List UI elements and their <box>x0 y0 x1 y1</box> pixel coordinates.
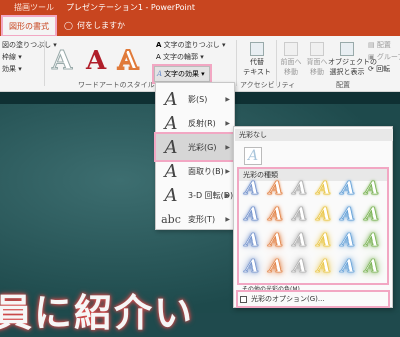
glow-variation-option[interactable]: A <box>314 255 334 277</box>
glow-variation-option[interactable]: A <box>314 203 334 225</box>
transform-icon: abc <box>161 212 181 226</box>
divider <box>236 40 237 86</box>
menu-item-label: 面取り(B) <box>188 166 224 176</box>
menu-item-label: 反射(R) <box>188 118 216 128</box>
text-effects-button[interactable]: A 文字の効果 ▾ <box>152 64 212 84</box>
wordart-style-orange-outline-icon[interactable]: A <box>117 45 139 77</box>
menu-item-label: 変形(T) <box>188 214 216 224</box>
glow-variation-option[interactable]: A <box>266 229 286 251</box>
chevron-right-icon: ▶ <box>225 167 230 175</box>
send-backward-button[interactable]: 背面へ 移動 <box>304 42 330 77</box>
chevron-right-icon: ▶ <box>225 95 230 103</box>
tell-me-box[interactable]: ◯ 何をしますか <box>64 20 125 31</box>
text-fill-button[interactable]: A 文字の塗りつぶし ▾ <box>156 40 225 50</box>
glow-variation-option[interactable]: A <box>338 203 358 225</box>
glow-variation-option[interactable]: A <box>362 177 382 199</box>
wordart-style-red-icon[interactable]: A <box>86 46 106 76</box>
glow-variation-option[interactable]: A <box>338 177 358 199</box>
glow-variation-option[interactable]: A <box>242 177 262 199</box>
shape-effects-button[interactable]: 効果 ▾ <box>2 64 22 74</box>
bring-forward-icon <box>284 42 298 56</box>
glow-submenu: 光彩なし A 光彩の種類 AAAAAAAAAAAAAAAAAAAAAAAA その… <box>233 126 393 308</box>
glow-variation-option[interactable]: A <box>266 203 286 225</box>
send-backward-icon <box>310 42 324 56</box>
alt-text-icon <box>250 42 264 56</box>
glow-variation-option[interactable]: A <box>290 203 310 225</box>
tab-shape-format[interactable]: 図形の書式 <box>1 15 57 37</box>
glow-variation-option[interactable]: A <box>338 229 358 251</box>
glow-variation-option[interactable]: A <box>362 255 382 277</box>
arrange-group-label: 配置 <box>336 81 350 89</box>
lightbulb-icon: ◯ <box>64 21 73 30</box>
highlight-frame <box>1 15 57 37</box>
glow-variation-option[interactable]: A <box>290 177 310 199</box>
glow-variations-grid: AAAAAAAAAAAAAAAAAAAAAAAA <box>240 177 388 281</box>
reflection-icon: A <box>164 112 178 134</box>
tell-me-label: 何をしますか <box>76 21 125 30</box>
shape-outline-button[interactable]: 枠線 ▾ <box>2 52 22 62</box>
align-button[interactable]: ▤ 配置 <box>368 40 391 50</box>
text-outline-button[interactable]: A 文字の輪郭 ▾ <box>156 52 204 62</box>
no-glow-option[interactable]: A <box>244 147 262 165</box>
glow-variation-option[interactable]: A <box>242 203 262 225</box>
glow-variation-option[interactable]: A <box>362 203 382 225</box>
glow-variation-option[interactable]: A <box>290 255 310 277</box>
selection-pane-icon <box>340 42 354 56</box>
glow-variation-option[interactable]: A <box>266 255 286 277</box>
shape-fill-button[interactable]: 図の塗りつぶし ▾ <box>2 40 57 50</box>
window-title: プレゼンテーション1 - PowerPoint <box>66 3 195 12</box>
text-effects-menu: A 影(S) ▶ A 反射(R) ▶ A 光彩(G) ▶ A 面取り(B) ▶ … <box>154 82 236 233</box>
glow-variation-option[interactable]: A <box>242 255 262 277</box>
ribbon-tab-row: 図形の書式 ◯ 何をしますか <box>0 14 400 37</box>
shadow-icon: A <box>164 88 178 110</box>
accessibility-group-label: アクセシビリティ <box>240 81 296 89</box>
slide-text[interactable]: 員に紹介い <box>0 282 194 337</box>
menu-item-label: 影(S) <box>188 94 208 104</box>
bevel-icon: A <box>164 160 178 182</box>
glow-variation-option[interactable]: A <box>362 229 382 251</box>
glow-variation-option[interactable]: A <box>242 229 262 251</box>
highlight-frame <box>152 64 212 84</box>
chevron-right-icon: ▶ <box>225 215 230 223</box>
glow-variation-option[interactable]: A <box>314 177 334 199</box>
glow-variation-option[interactable]: A <box>314 229 334 251</box>
drawing-tools-label: 描画ツール <box>14 3 54 12</box>
menu-item-transform[interactable]: abc 変形(T) ▶ <box>156 205 234 233</box>
alt-text-button[interactable]: 代替 テキスト <box>242 42 272 77</box>
3d-rotation-icon: A <box>164 184 178 206</box>
title-bar: 描画ツール プレゼンテーション1 - PowerPoint <box>0 0 400 14</box>
glow-variation-option[interactable]: A <box>338 255 358 277</box>
glow-variation-option[interactable]: A <box>266 177 286 199</box>
glow-options-item[interactable]: 光彩のオプション(G)... <box>236 290 390 308</box>
divider <box>44 40 45 86</box>
chevron-right-icon: ▶ <box>225 143 230 151</box>
rotate-button[interactable]: ⟳ 回転 <box>368 64 390 74</box>
no-glow-header: 光彩なし <box>235 129 393 141</box>
glow-variation-option[interactable]: A <box>290 229 310 251</box>
bring-forward-button[interactable]: 前面へ 移動 <box>278 42 304 77</box>
group-button[interactable]: ▣ グループ化 <box>368 52 400 62</box>
chevron-right-icon: ▶ <box>225 191 230 199</box>
highlight-frame <box>236 290 390 308</box>
wordart-group-label: ワードアートのスタイル <box>78 81 155 89</box>
selection-pane-button[interactable]: オブジェクトの 選択と表示 <box>328 42 377 77</box>
wordart-style-white-icon[interactable]: A <box>51 46 72 77</box>
divider <box>276 40 277 86</box>
chevron-right-icon: ▶ <box>225 119 230 127</box>
